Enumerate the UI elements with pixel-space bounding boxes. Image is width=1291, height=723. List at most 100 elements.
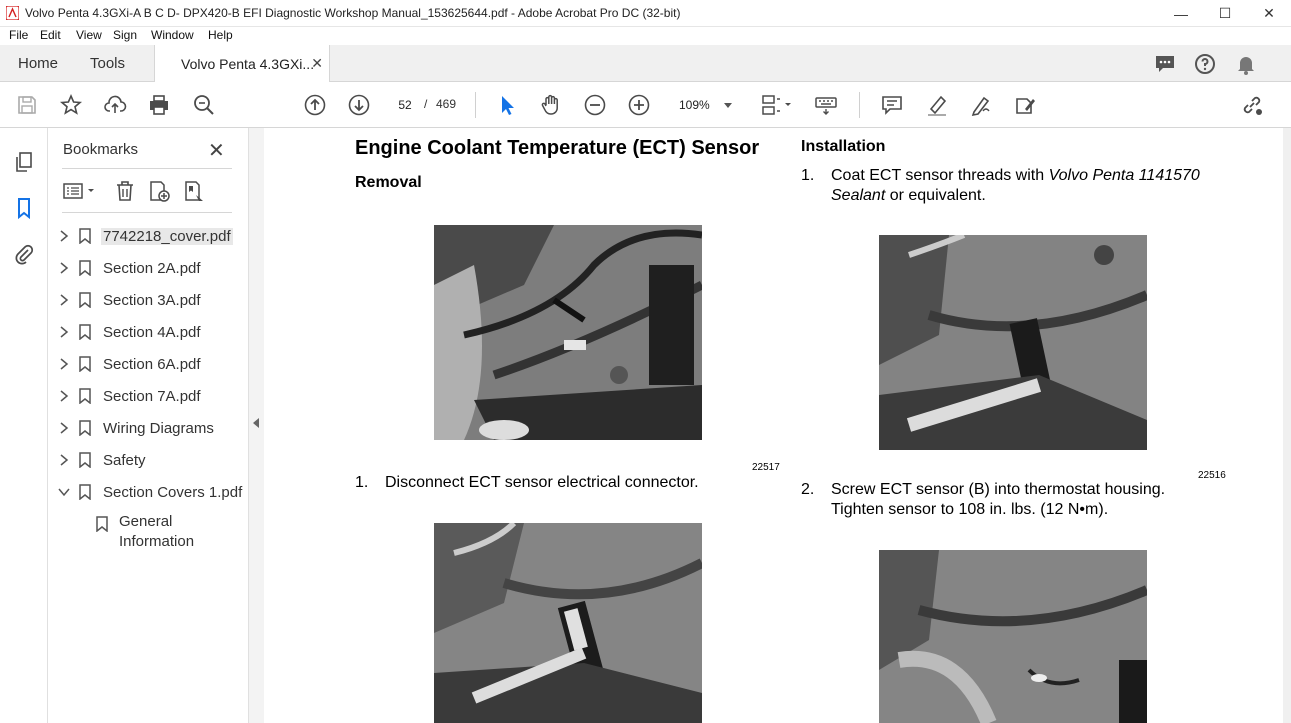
tab-close-icon[interactable]: ✕ [311,55,323,72]
bell-icon[interactable] [1234,52,1258,76]
chevron-right-icon[interactable] [58,390,70,402]
comment-bubble-icon[interactable] [1153,52,1177,76]
bookmark-label: Section Covers 1.pdf [103,484,243,501]
bookmark-item[interactable]: Wiring Diagrams [48,414,248,442]
zoom-dropdown[interactable]: 109% [670,94,740,116]
page-thumbnails-icon[interactable] [12,150,36,174]
bookmark-icon [79,324,91,340]
close-window-button[interactable]: ✕ [1247,0,1291,27]
step-text-line2: Sealant or equivalent. [831,186,986,206]
engine-photo-removal [434,225,702,440]
menu-view[interactable]: View [76,28,102,42]
chevron-right-icon[interactable] [58,422,70,434]
bookmark-label-line1: General [119,513,173,530]
highlight-pen-icon[interactable] [925,93,949,117]
delete-bookmark-icon[interactable] [113,179,137,203]
bookmark-search-icon[interactable] [182,179,206,203]
bookmark-icon [79,452,91,468]
bookmark-item[interactable]: Section 4A.pdf [48,318,248,346]
figure-number: 22516 [1198,470,1226,481]
bookmark-panel-icon[interactable] [12,196,36,220]
print-icon[interactable] [147,93,171,117]
bookmark-options-icon[interactable] [62,179,98,203]
bookmark-item[interactable]: Section 2A.pdf [48,254,248,282]
bookmark-item[interactable]: Safety [48,446,248,474]
bookmark-icon [79,292,91,308]
menu-bar: File Edit View Sign Window Help [0,27,1291,45]
panel-splitter[interactable] [248,128,264,723]
page-number-input[interactable] [391,94,419,116]
new-bookmark-icon[interactable] [147,179,171,203]
save-icon[interactable] [15,93,39,117]
bookmark-item[interactable]: 7742218_cover.pdf [48,222,248,250]
step-text-italic: Sealant [831,187,886,204]
bookmark-icon [79,356,91,372]
figure-number: 22517 [752,462,780,473]
upload-cloud-icon[interactable] [103,93,127,117]
minimize-button[interactable]: — [1159,0,1203,27]
step-text-line1: Screw ECT sensor (B) into thermostat hou… [831,481,1166,498]
stamp-icon[interactable] [1013,93,1037,117]
step-text: Disconnect ECT sensor electrical connect… [385,474,699,491]
page-display-icon[interactable] [760,93,794,117]
keyboard-icon[interactable] [814,93,838,117]
step-text-line1: Coat ECT sensor threads with Volvo Penta… [831,166,1200,186]
installation-heading: Installation [801,138,886,155]
tab-row: Home Tools Volvo Penta 4.3GXi... ✕ [0,45,1291,83]
toolbar: / 469 109% [0,82,1291,128]
zoom-value: 109% [679,98,710,112]
maximize-button[interactable]: ☐ [1203,0,1247,27]
menu-help[interactable]: Help [208,28,233,42]
close-icon[interactable]: ✕ [208,138,225,163]
chevron-down-icon[interactable] [58,486,70,498]
bookmark-item[interactable]: Section 3A.pdf [48,286,248,314]
bookmark-label: 7742218_cover.pdf [101,228,233,245]
bookmark-icon [96,516,108,532]
comment-icon[interactable] [880,93,904,117]
bookmark-item[interactable]: Section 7A.pdf [48,382,248,410]
bookmark-item[interactable]: Section 6A.pdf [48,350,248,378]
window-title: Volvo Penta 4.3GXi-A B C D- DPX420-B EFI… [25,6,681,20]
draw-pen-icon[interactable] [969,93,993,117]
zoom-out-icon[interactable] [583,93,607,117]
hand-tool-icon[interactable] [539,93,563,117]
bookmark-child-item[interactable]: General Information [48,510,248,554]
select-cursor-icon[interactable] [495,93,519,117]
menu-sign[interactable]: Sign [113,28,137,42]
chevron-right-icon[interactable] [58,326,70,338]
help-icon[interactable] [1193,52,1217,76]
previous-page-icon[interactable] [303,93,327,117]
chevron-right-icon[interactable] [58,230,70,242]
zoom-search-icon[interactable] [192,93,216,117]
bookmark-item[interactable]: Section Covers 1.pdf [48,478,248,506]
page-total: 469 [436,97,457,111]
title-bar: Volvo Penta 4.3GXi-A B C D- DPX420-B EFI… [0,0,1291,27]
menu-file[interactable]: File [9,28,28,42]
bookmark-label: Wiring Diagrams [103,420,214,437]
divider [62,212,232,213]
zoom-in-icon[interactable] [627,93,651,117]
menu-window[interactable]: Window [151,28,194,42]
menu-edit[interactable]: Edit [40,28,61,42]
link-share-icon[interactable] [1240,93,1264,117]
step-number: 2. [801,481,815,498]
document-view[interactable]: Engine Coolant Temperature (ECT) Sensor … [264,128,1291,723]
chevron-right-icon[interactable] [58,358,70,370]
attachment-icon[interactable] [12,242,36,266]
collapse-arrow-icon[interactable] [253,418,259,428]
star-icon[interactable] [59,93,83,117]
chevron-right-icon[interactable] [58,262,70,274]
tab-home[interactable]: Home [18,45,58,82]
tab-document[interactable]: Volvo Penta 4.3GXi... ✕ [154,45,330,83]
bookmark-icon [79,260,91,276]
tab-tools[interactable]: Tools [90,45,125,82]
bookmark-label-line2: Information [119,533,195,550]
vertical-scrollbar[interactable] [1283,128,1291,723]
chevron-right-icon[interactable] [58,294,70,306]
next-page-icon[interactable] [347,93,371,117]
chevron-right-icon[interactable] [58,454,70,466]
bookmark-label: Section 4A.pdf [103,324,201,341]
bookmark-label: Section 7A.pdf [103,388,201,405]
toolbar-divider [475,92,476,118]
engine-photo-install [879,235,1147,450]
